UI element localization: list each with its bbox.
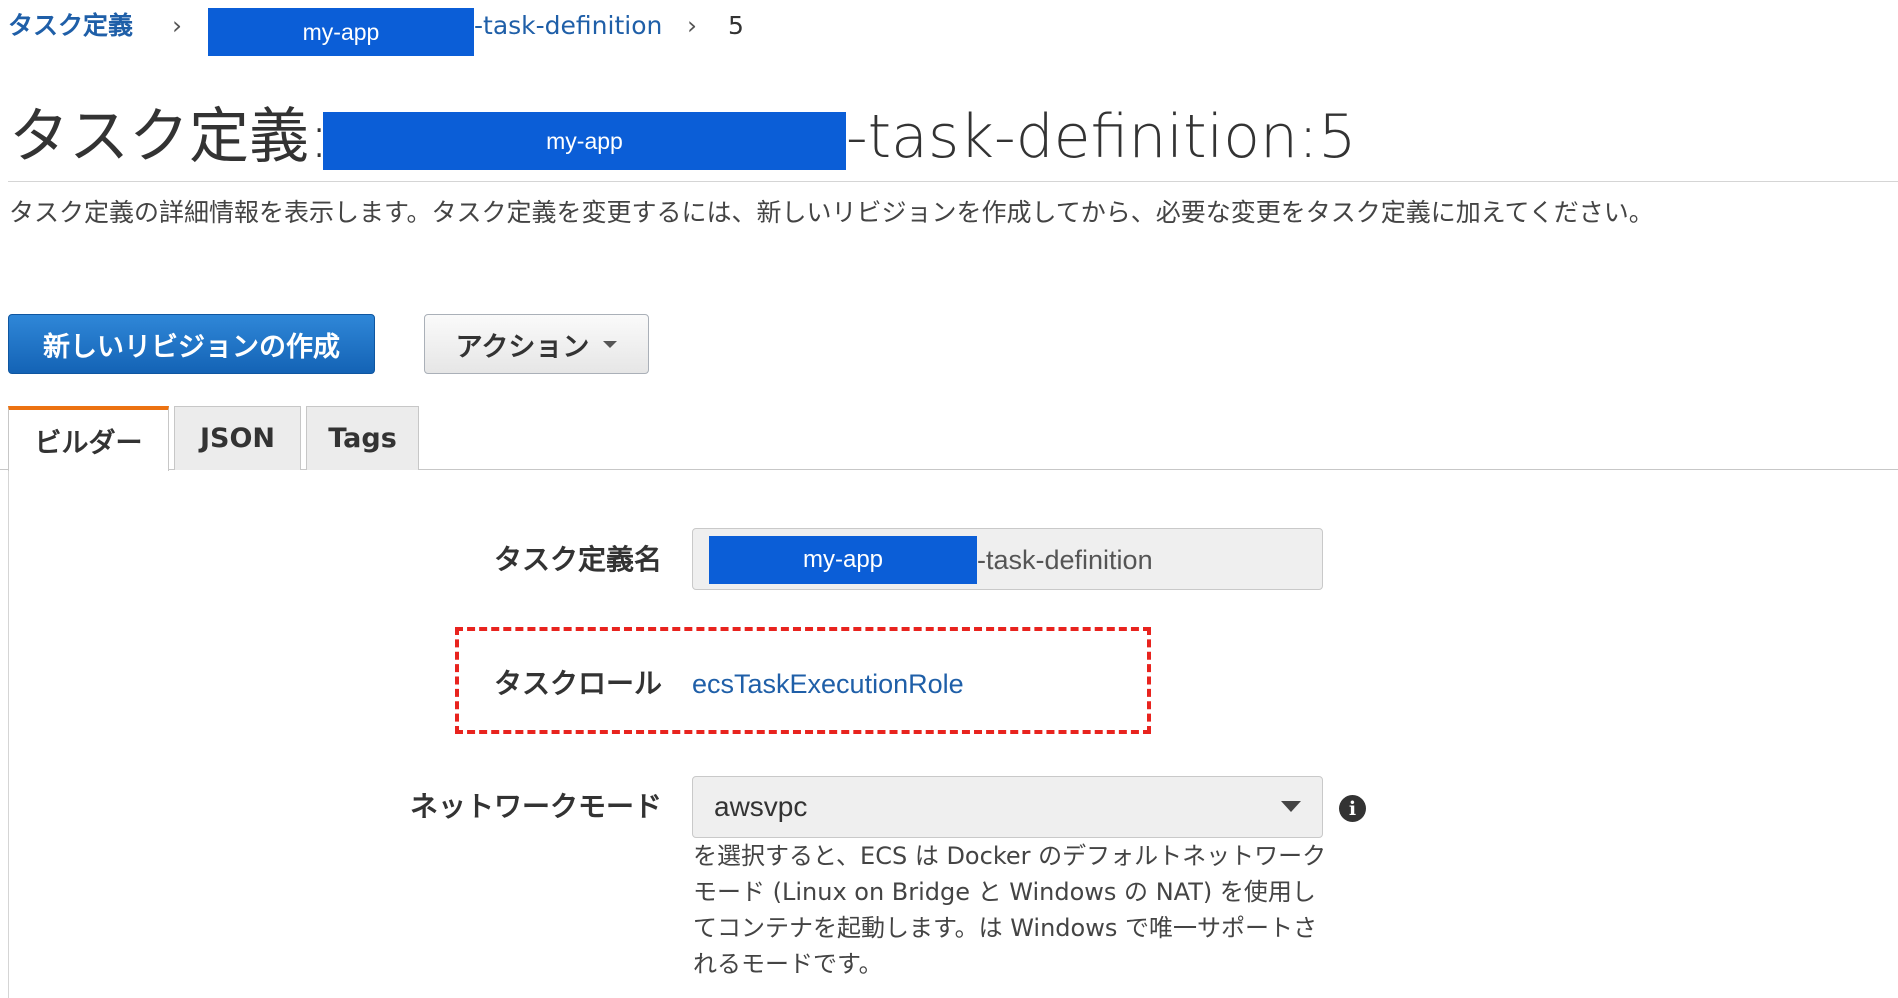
breadcrumb-separator: ›: [687, 11, 697, 40]
tab-tags-label: Tags: [328, 423, 397, 454]
redacted-app-name: my-app: [323, 112, 846, 170]
create-new-revision-button[interactable]: 新しいリビジョンの作成: [8, 314, 375, 374]
tab-json[interactable]: JSON: [174, 406, 301, 470]
page-title-prefix: タスク定義:: [9, 102, 330, 172]
breadcrumb-separator: ›: [172, 11, 182, 40]
page-title-suffix: -task-definition:5: [846, 102, 1357, 172]
actions-label: アクション: [455, 331, 590, 363]
actions-dropdown-button[interactable]: アクション: [424, 314, 649, 374]
page-title: タスク定義:: [9, 100, 329, 174]
tab-builder[interactable]: ビルダー: [8, 406, 169, 471]
breadcrumb-task-definitions-link[interactable]: タスク定義: [8, 4, 133, 48]
tab-builder-label: ビルダー: [34, 428, 143, 459]
chevron-down-icon: [603, 340, 618, 348]
info-icon[interactable]: i: [1339, 795, 1366, 822]
network-mode-help-text: を選択すると、ECS は Docker のデフォルトネットワークモード (Lin…: [693, 842, 1327, 978]
breadcrumb-task-definition-link[interactable]: -task-definition: [474, 4, 662, 48]
chevron-down-icon: [1281, 801, 1301, 812]
network-mode-label: ネットワークモード: [409, 790, 662, 823]
create-new-revision-label: 新しいリビジョンの作成: [43, 331, 340, 363]
title-divider: [8, 181, 1898, 182]
tab-json-label: JSON: [199, 423, 276, 454]
task-definition-name-suffix: -task-definition: [977, 545, 1153, 575]
task-definition-name-label: タスク定義名: [493, 543, 662, 576]
redacted-app-name: my-app: [709, 536, 977, 584]
task-role-label: タスクロール: [493, 667, 662, 700]
breadcrumb-revision: 5: [728, 11, 744, 40]
tab-tags[interactable]: Tags: [306, 406, 419, 470]
page-description: タスク定義の詳細情報を表示します。タスク定義を変更するには、新しいリビジョンを作…: [9, 198, 1654, 227]
redacted-app-name: my-app: [208, 8, 474, 56]
task-role-link[interactable]: ecsTaskExecutionRole: [692, 664, 964, 704]
network-mode-value: awsvpc: [714, 791, 808, 822]
